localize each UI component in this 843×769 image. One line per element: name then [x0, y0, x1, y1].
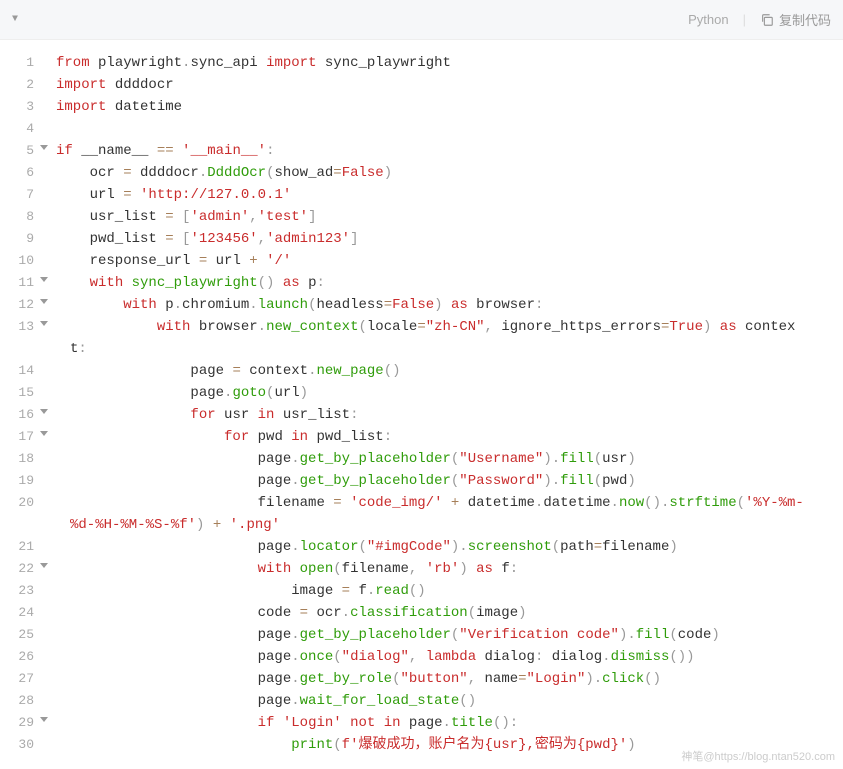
line-number: 22	[0, 558, 42, 580]
code-line: page.get_by_placeholder("Username").fill…	[56, 448, 843, 470]
watermark: 神笔@https://blog.ntan520.com	[681, 748, 835, 764]
code-line: code = ocr.classification(image)	[56, 602, 843, 624]
code-line: t:	[56, 338, 843, 360]
line-number: 9	[0, 228, 42, 250]
line-number: 27	[0, 668, 42, 690]
line-number: 30	[0, 734, 42, 756]
code-line: filename = 'code_img/' + datetime.dateti…	[56, 492, 843, 514]
code-line	[56, 118, 843, 140]
line-number: 26	[0, 646, 42, 668]
line-number: 18	[0, 448, 42, 470]
fold-marker-icon[interactable]	[40, 563, 48, 568]
code-line: page = context.new_page()	[56, 360, 843, 382]
copy-label: 复制代码	[779, 10, 831, 29]
code-line: page.goto(url)	[56, 382, 843, 404]
line-number: 8	[0, 206, 42, 228]
line-number: 13	[0, 316, 42, 338]
line-number: 2	[0, 74, 42, 96]
code-line: with open(filename, 'rb') as f:	[56, 558, 843, 580]
code-line: %d-%H-%M-%S-%f') + '.png'	[56, 514, 843, 536]
code-line: page.get_by_placeholder("Verification co…	[56, 624, 843, 646]
separator: |	[743, 12, 746, 27]
line-number: 15	[0, 382, 42, 404]
line-number: 20	[0, 492, 42, 514]
code-line: from playwright.sync_api import sync_pla…	[56, 52, 843, 74]
copy-icon	[760, 13, 774, 27]
code-line: page.once("dialog", lambda dialog: dialo…	[56, 646, 843, 668]
code-line: usr_list = ['admin','test']	[56, 206, 843, 228]
line-number: 19	[0, 470, 42, 492]
code-line: image = f.read()	[56, 580, 843, 602]
line-number	[0, 514, 42, 536]
line-number: 3	[0, 96, 42, 118]
code-line: with browser.new_context(locale="zh-CN",…	[56, 316, 843, 338]
fold-marker-icon[interactable]	[40, 321, 48, 326]
line-number: 5	[0, 140, 42, 162]
fold-marker-icon[interactable]	[40, 431, 48, 436]
line-number: 7	[0, 184, 42, 206]
fold-marker-icon[interactable]	[40, 409, 48, 414]
line-number: 23	[0, 580, 42, 602]
code-line: if __name__ == '__main__':	[56, 140, 843, 162]
line-number: 11	[0, 272, 42, 294]
code-area: 1234567891011121314151617181920212223242…	[0, 40, 843, 768]
language-label: Python	[688, 12, 728, 27]
line-number: 10	[0, 250, 42, 272]
code-line: page.get_by_placeholder("Password").fill…	[56, 470, 843, 492]
code-line: if 'Login' not in page.title():	[56, 712, 843, 734]
code-line: url = 'http://127.0.0.1'	[56, 184, 843, 206]
line-number: 14	[0, 360, 42, 382]
line-number: 28	[0, 690, 42, 712]
code-line: response_url = url + '/'	[56, 250, 843, 272]
copy-code-button[interactable]: 复制代码	[760, 10, 831, 29]
code-toolbar: ▼ Python | 复制代码	[0, 0, 843, 40]
line-number: 1	[0, 52, 42, 74]
toolbar-right: Python | 复制代码	[688, 10, 831, 29]
fold-marker-icon[interactable]	[40, 717, 48, 722]
fold-marker-icon[interactable]	[40, 145, 48, 150]
line-number: 4	[0, 118, 42, 140]
line-number: 17	[0, 426, 42, 448]
code-line: with sync_playwright() as p:	[56, 272, 843, 294]
code-line: page.get_by_role("button", name="Login")…	[56, 668, 843, 690]
code-content[interactable]: from playwright.sync_api import sync_pla…	[42, 40, 843, 768]
code-line: ocr = ddddocr.DdddOcr(show_ad=False)	[56, 162, 843, 184]
line-number: 6	[0, 162, 42, 184]
line-number	[0, 338, 42, 360]
code-line: for pwd in pwd_list:	[56, 426, 843, 448]
line-number: 12	[0, 294, 42, 316]
code-line: import ddddocr	[56, 74, 843, 96]
fold-marker-icon[interactable]	[40, 277, 48, 282]
line-gutter: 1234567891011121314151617181920212223242…	[0, 40, 42, 768]
line-number: 29	[0, 712, 42, 734]
code-line: import datetime	[56, 96, 843, 118]
code-line: page.locator("#imgCode").screenshot(path…	[56, 536, 843, 558]
line-number: 25	[0, 624, 42, 646]
line-number: 16	[0, 404, 42, 426]
code-line: pwd_list = ['123456','admin123']	[56, 228, 843, 250]
line-number: 24	[0, 602, 42, 624]
code-line: with p.chromium.launch(headless=False) a…	[56, 294, 843, 316]
code-line: for usr in usr_list:	[56, 404, 843, 426]
toolbar-left: ▼	[12, 14, 688, 25]
line-number: 21	[0, 536, 42, 558]
chevron-down-icon[interactable]: ▼	[12, 14, 18, 25]
fold-marker-icon[interactable]	[40, 299, 48, 304]
code-line: page.wait_for_load_state()	[56, 690, 843, 712]
